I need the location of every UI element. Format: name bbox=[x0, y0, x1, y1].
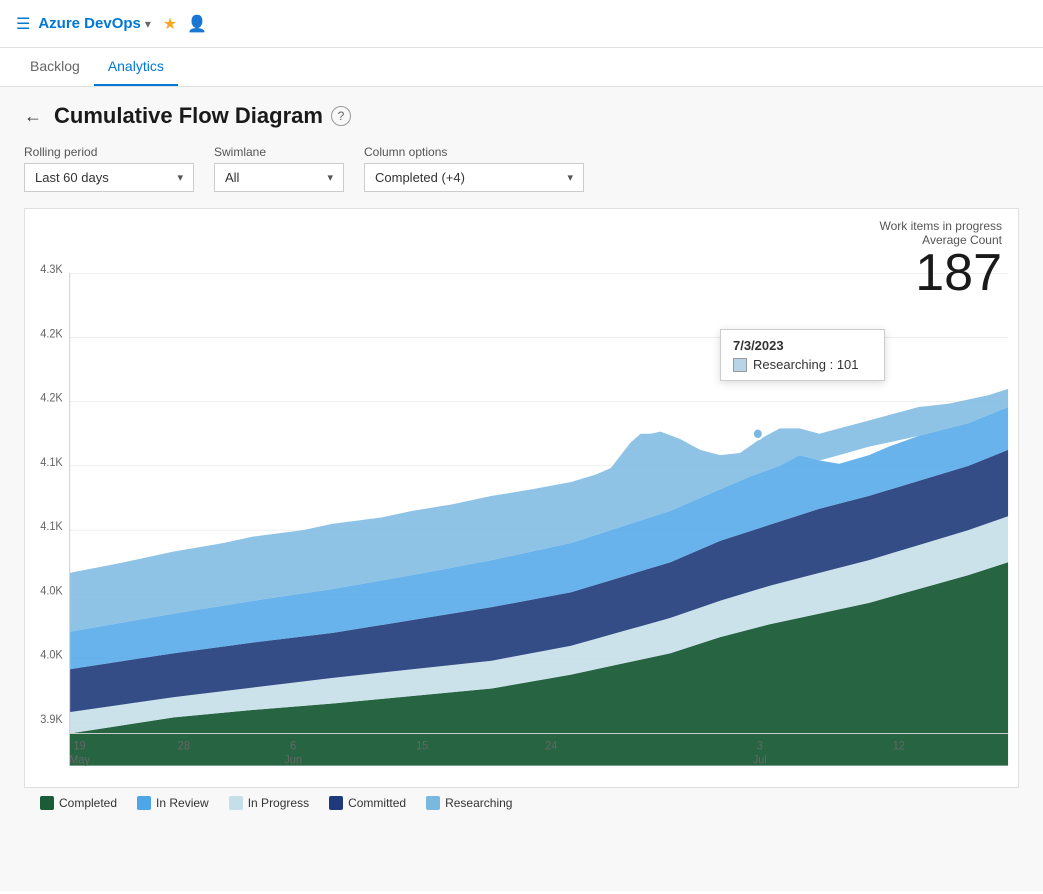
svg-text:12: 12 bbox=[893, 740, 905, 752]
svg-text:4.1K: 4.1K bbox=[40, 457, 63, 469]
svg-text:4.2K: 4.2K bbox=[40, 328, 63, 340]
user-icon[interactable]: 👤 bbox=[187, 14, 207, 34]
svg-text:24: 24 bbox=[545, 740, 557, 752]
tooltip-date: 7/3/2023 bbox=[733, 338, 872, 353]
legend-in-progress-color bbox=[229, 796, 243, 810]
legend-in-progress: In Progress bbox=[229, 796, 309, 810]
column-options-chevron-icon: ▾ bbox=[567, 171, 573, 184]
svg-text:6: 6 bbox=[290, 740, 296, 752]
svg-text:19: 19 bbox=[74, 740, 86, 752]
tab-backlog[interactable]: Backlog bbox=[16, 48, 94, 86]
column-options-value: Completed (+4) bbox=[375, 170, 465, 185]
swimlane-filter: Swimlane All ▾ bbox=[214, 145, 344, 192]
stat-value: 187 bbox=[880, 247, 1002, 299]
tab-analytics[interactable]: Analytics bbox=[94, 48, 178, 86]
column-options-label: Column options bbox=[364, 145, 584, 159]
svg-text:28: 28 bbox=[178, 740, 190, 752]
legend-in-review: In Review bbox=[137, 796, 209, 810]
chart-area: Work items in progress Average Count 187… bbox=[24, 208, 1019, 788]
filters-row: Rolling period Last 60 days ▾ Swimlane A… bbox=[24, 145, 1019, 192]
page-header: ← Cumulative Flow Diagram ? bbox=[24, 103, 1019, 129]
svg-text:Jun: Jun bbox=[284, 754, 302, 766]
help-icon[interactable]: ? bbox=[331, 106, 351, 126]
svg-text:4.0K: 4.0K bbox=[40, 649, 63, 661]
svg-text:Jul: Jul bbox=[753, 754, 767, 766]
stat-box: Work items in progress Average Count 187 bbox=[880, 219, 1002, 299]
app-icon: ☰ bbox=[16, 14, 30, 34]
legend-completed-color bbox=[40, 796, 54, 810]
column-options-filter: Column options Completed (+4) ▾ bbox=[364, 145, 584, 192]
svg-text:3: 3 bbox=[757, 740, 763, 752]
tooltip-item-label: Researching : 101 bbox=[753, 357, 859, 372]
legend-in-progress-label: In Progress bbox=[248, 796, 309, 810]
rolling-period-value: Last 60 days bbox=[35, 170, 109, 185]
swimlane-label: Swimlane bbox=[214, 145, 344, 159]
svg-text:May: May bbox=[69, 754, 90, 766]
app-header: ☰ Azure DevOps ▾ ★ 👤 bbox=[0, 0, 1043, 48]
legend-committed-label: Committed bbox=[348, 796, 406, 810]
rolling-period-label: Rolling period bbox=[24, 145, 194, 159]
legend-committed: Committed bbox=[329, 796, 406, 810]
swimlane-chevron-icon: ▾ bbox=[327, 171, 333, 184]
stat-label-line1: Work items in progress bbox=[880, 219, 1002, 233]
cumulative-flow-chart: 4.3K 4.2K 4.2K 4.1K 4.1K 4.0K 4.0K 3.9K bbox=[25, 209, 1018, 787]
svg-text:4.3K: 4.3K bbox=[40, 264, 63, 276]
tooltip-color-swatch bbox=[733, 358, 747, 372]
app-name[interactable]: Azure DevOps bbox=[38, 15, 141, 32]
legend-researching-color bbox=[426, 796, 440, 810]
swimlane-value: All bbox=[225, 170, 239, 185]
back-button[interactable]: ← bbox=[24, 106, 42, 127]
favorite-icon[interactable]: ★ bbox=[163, 14, 177, 34]
legend-in-review-color bbox=[137, 796, 151, 810]
page-title: Cumulative Flow Diagram bbox=[54, 103, 323, 129]
legend-committed-color bbox=[329, 796, 343, 810]
chart-tooltip: 7/3/2023 Researching : 101 bbox=[720, 329, 885, 381]
tooltip-item: Researching : 101 bbox=[733, 357, 872, 372]
rolling-period-chevron-icon: ▾ bbox=[177, 171, 183, 184]
svg-text:4.1K: 4.1K bbox=[40, 521, 63, 533]
svg-text:4.2K: 4.2K bbox=[40, 392, 63, 404]
svg-text:15: 15 bbox=[416, 740, 428, 752]
nav-tabs: Backlog Analytics bbox=[0, 48, 1043, 87]
main-content: ← Cumulative Flow Diagram ? Rolling peri… bbox=[0, 87, 1043, 891]
rolling-period-filter: Rolling period Last 60 days ▾ bbox=[24, 145, 194, 192]
svg-text:3.9K: 3.9K bbox=[40, 713, 63, 725]
app-chevron-icon[interactable]: ▾ bbox=[145, 17, 151, 31]
swimlane-select[interactable]: All ▾ bbox=[214, 163, 344, 192]
legend-in-review-label: In Review bbox=[156, 796, 209, 810]
column-options-select[interactable]: Completed (+4) ▾ bbox=[364, 163, 584, 192]
tooltip-dot bbox=[753, 428, 763, 439]
legend-researching-label: Researching bbox=[445, 796, 512, 810]
legend-completed-label: Completed bbox=[59, 796, 117, 810]
svg-text:4.0K: 4.0K bbox=[40, 585, 63, 597]
chart-legend: Completed In Review In Progress Committe… bbox=[24, 788, 1019, 814]
legend-completed: Completed bbox=[40, 796, 117, 810]
rolling-period-select[interactable]: Last 60 days ▾ bbox=[24, 163, 194, 192]
legend-researching: Researching bbox=[426, 796, 512, 810]
